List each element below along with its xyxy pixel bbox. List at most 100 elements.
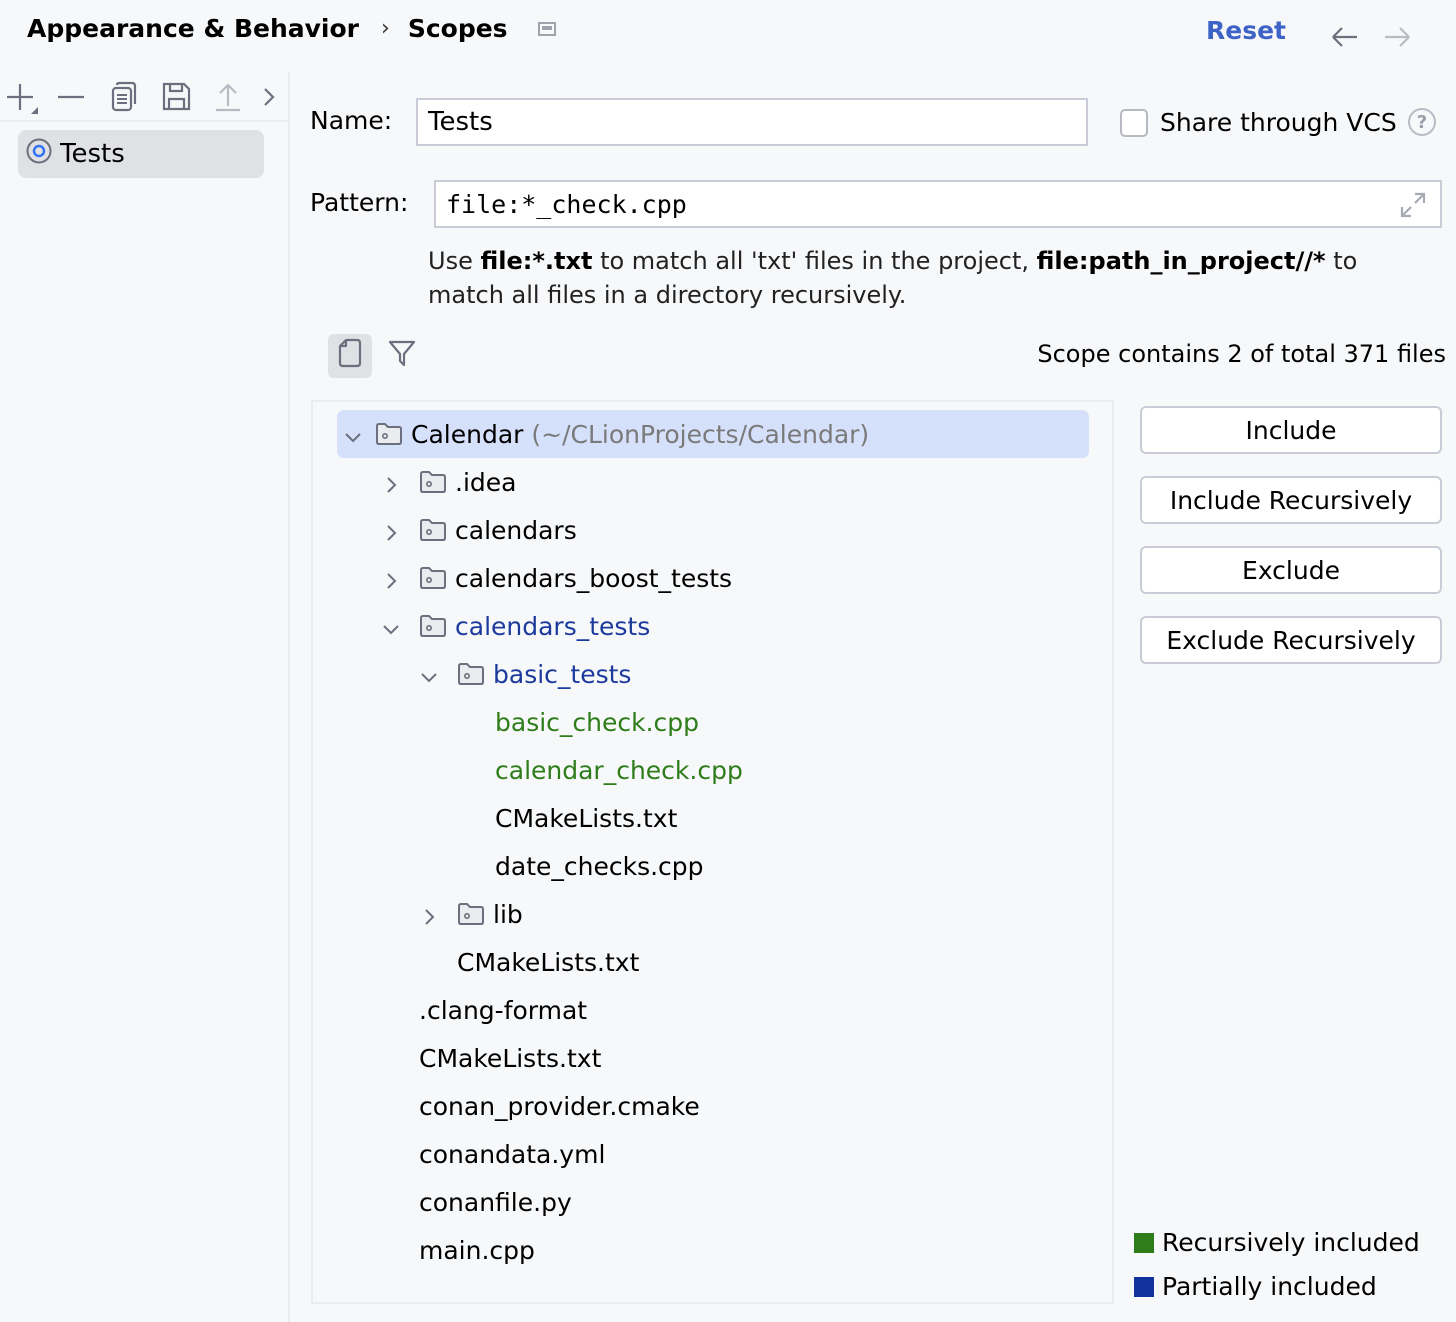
help-icon[interactable]: ? bbox=[1408, 108, 1436, 136]
tree-item-label: calendar_check.cpp bbox=[495, 755, 743, 785]
chevron-down-icon[interactable] bbox=[419, 664, 439, 684]
tree-row-file[interactable]: date_checks.cpp bbox=[495, 842, 704, 890]
tree-row-file[interactable]: conanfile.py bbox=[419, 1178, 572, 1226]
breadcrumb: Appearance & Behavior › Scopes bbox=[27, 14, 556, 43]
project-tree[interactable]: Calendar (~/CLionProjects/Calendar) .ide… bbox=[311, 400, 1114, 1304]
reset-link[interactable]: Reset bbox=[1206, 16, 1286, 45]
breadcrumb-item-appearance[interactable]: Appearance & Behavior bbox=[27, 14, 359, 43]
tree-item-label: calendars_boost_tests bbox=[455, 563, 733, 593]
upload-icon[interactable] bbox=[212, 80, 246, 114]
tree-item-label: calendars bbox=[455, 515, 577, 545]
plus-icon[interactable] bbox=[4, 80, 38, 114]
tree-item-label: lib bbox=[493, 899, 523, 929]
tree-row-folder[interactable]: calendars_boost_tests bbox=[381, 554, 732, 602]
expand-icon[interactable] bbox=[1398, 190, 1428, 226]
arrow-right-icon[interactable] bbox=[1382, 18, 1412, 54]
legend-swatch-green bbox=[1134, 1232, 1154, 1253]
tree-root-label: Calendar bbox=[411, 419, 524, 449]
hint-text: Use bbox=[428, 247, 481, 275]
window-icon[interactable] bbox=[537, 21, 556, 36]
tree-item-label: conanfile.py bbox=[419, 1187, 572, 1217]
file-icon bbox=[338, 338, 362, 374]
tree-row-file[interactable]: conandata.yml bbox=[419, 1130, 605, 1178]
show-files-toggle[interactable] bbox=[328, 334, 372, 378]
tree-row-folder[interactable]: .idea bbox=[381, 458, 516, 506]
tree-row-file[interactable]: main.cpp bbox=[419, 1226, 535, 1274]
include-recursively-button[interactable]: Include Recursively bbox=[1140, 476, 1442, 524]
folder-icon bbox=[419, 614, 447, 638]
exclude-button[interactable]: Exclude bbox=[1140, 546, 1442, 594]
tree-item-label: CMakeLists.txt bbox=[457, 947, 640, 977]
chevron-down-icon[interactable] bbox=[343, 424, 363, 444]
name-label: Name: bbox=[310, 106, 393, 135]
pattern-value: file:*_check.cpp bbox=[446, 189, 687, 219]
hint-example-txt: file:*.txt bbox=[480, 247, 593, 275]
chevron-right-icon[interactable] bbox=[258, 80, 292, 114]
copy-icon[interactable] bbox=[108, 80, 142, 114]
tree-row-folder[interactable]: basic_tests bbox=[419, 650, 631, 698]
pattern-label: Pattern: bbox=[310, 188, 409, 217]
tree-item-label: basic_tests bbox=[493, 659, 632, 689]
tree-item-label: conan_provider.cmake bbox=[419, 1091, 700, 1121]
tree-row-file[interactable]: CMakeLists.txt bbox=[495, 794, 677, 842]
share-vcs-label: Share through VCS bbox=[1160, 108, 1397, 137]
tree-item-label: main.cpp bbox=[419, 1235, 535, 1265]
tree-item-label: conandata.yml bbox=[419, 1139, 606, 1169]
chevron-right-icon[interactable] bbox=[381, 472, 401, 493]
legend-label: Recursively included bbox=[1162, 1228, 1420, 1257]
folder-icon bbox=[419, 518, 447, 542]
pattern-hint: Use file:*.txt to match all 'txt' files … bbox=[428, 244, 1438, 312]
folder-icon bbox=[419, 566, 447, 590]
tree-item-label: calendars_tests bbox=[455, 611, 651, 641]
exclude-recursively-button[interactable]: Exclude Recursively bbox=[1140, 616, 1442, 664]
hint-example-path: file:path_in_project//* bbox=[1036, 247, 1326, 275]
legend-partially-included: Partially included bbox=[1134, 1272, 1377, 1301]
legend-recursively-included: Recursively included bbox=[1134, 1228, 1420, 1257]
include-button[interactable]: Include bbox=[1140, 406, 1442, 454]
tree-item-label: CMakeLists.txt bbox=[419, 1043, 602, 1073]
minus-icon[interactable] bbox=[56, 80, 90, 114]
filter-button[interactable] bbox=[380, 334, 424, 378]
name-input[interactable]: Tests bbox=[416, 98, 1088, 146]
legend-label: Partially included bbox=[1162, 1272, 1377, 1301]
scope-item-label: Tests bbox=[60, 139, 125, 169]
tree-row-root[interactable]: Calendar (~/CLionProjects/Calendar) bbox=[337, 410, 1089, 458]
share-vcs-checkbox[interactable] bbox=[1120, 109, 1148, 137]
pattern-input[interactable]: file:*_check.cpp bbox=[434, 180, 1442, 228]
save-icon[interactable] bbox=[160, 80, 194, 114]
tree-row-folder[interactable]: calendars_tests bbox=[381, 602, 650, 650]
tree-item-label: CMakeLists.txt bbox=[495, 803, 678, 833]
breadcrumb-item-scopes: Scopes bbox=[407, 14, 508, 43]
chevron-right-icon[interactable] bbox=[419, 904, 439, 925]
tree-item-label: basic_check.cpp bbox=[495, 707, 700, 737]
filter-icon bbox=[388, 339, 416, 373]
scopes-list-panel: Tests bbox=[0, 72, 290, 1322]
hint-text: to match all 'txt' files in the project, bbox=[592, 247, 1037, 275]
chevron-right-icon[interactable] bbox=[381, 520, 401, 541]
tree-row-folder[interactable]: lib bbox=[419, 890, 523, 938]
folder-icon bbox=[457, 662, 485, 686]
tree-row-file[interactable]: calendar_check.cpp bbox=[495, 746, 743, 794]
legend-swatch-blue bbox=[1134, 1276, 1154, 1297]
chevron-right-icon[interactable] bbox=[381, 568, 401, 589]
folder-icon bbox=[457, 902, 485, 926]
tree-item-label: .idea bbox=[455, 467, 517, 497]
breadcrumb-separator: › bbox=[381, 16, 390, 41]
folder-icon bbox=[419, 470, 447, 494]
tree-row-file[interactable]: CMakeLists.txt bbox=[457, 938, 639, 986]
tree-row-file[interactable]: CMakeLists.txt bbox=[419, 1034, 601, 1082]
tree-row-file[interactable]: .clang-format bbox=[419, 986, 587, 1034]
tree-row-file[interactable]: conan_provider.cmake bbox=[419, 1082, 700, 1130]
arrow-left-icon[interactable] bbox=[1330, 18, 1360, 54]
scope-item-tests[interactable]: Tests bbox=[18, 130, 264, 178]
scope-file-count: Scope contains 2 of total 371 files bbox=[1037, 340, 1446, 368]
scopes-toolbar bbox=[0, 72, 288, 122]
tree-item-label: .clang-format bbox=[419, 995, 588, 1025]
tree-row-file[interactable]: basic_check.cpp bbox=[495, 698, 699, 746]
tree-item-label: date_checks.cpp bbox=[495, 851, 704, 881]
chevron-down-icon[interactable] bbox=[381, 616, 401, 636]
folder-icon bbox=[375, 422, 403, 446]
tree-root-path: (~/CLionProjects/Calendar) bbox=[531, 419, 870, 449]
scope-icon bbox=[26, 138, 52, 170]
tree-row-folder[interactable]: calendars bbox=[381, 506, 577, 554]
